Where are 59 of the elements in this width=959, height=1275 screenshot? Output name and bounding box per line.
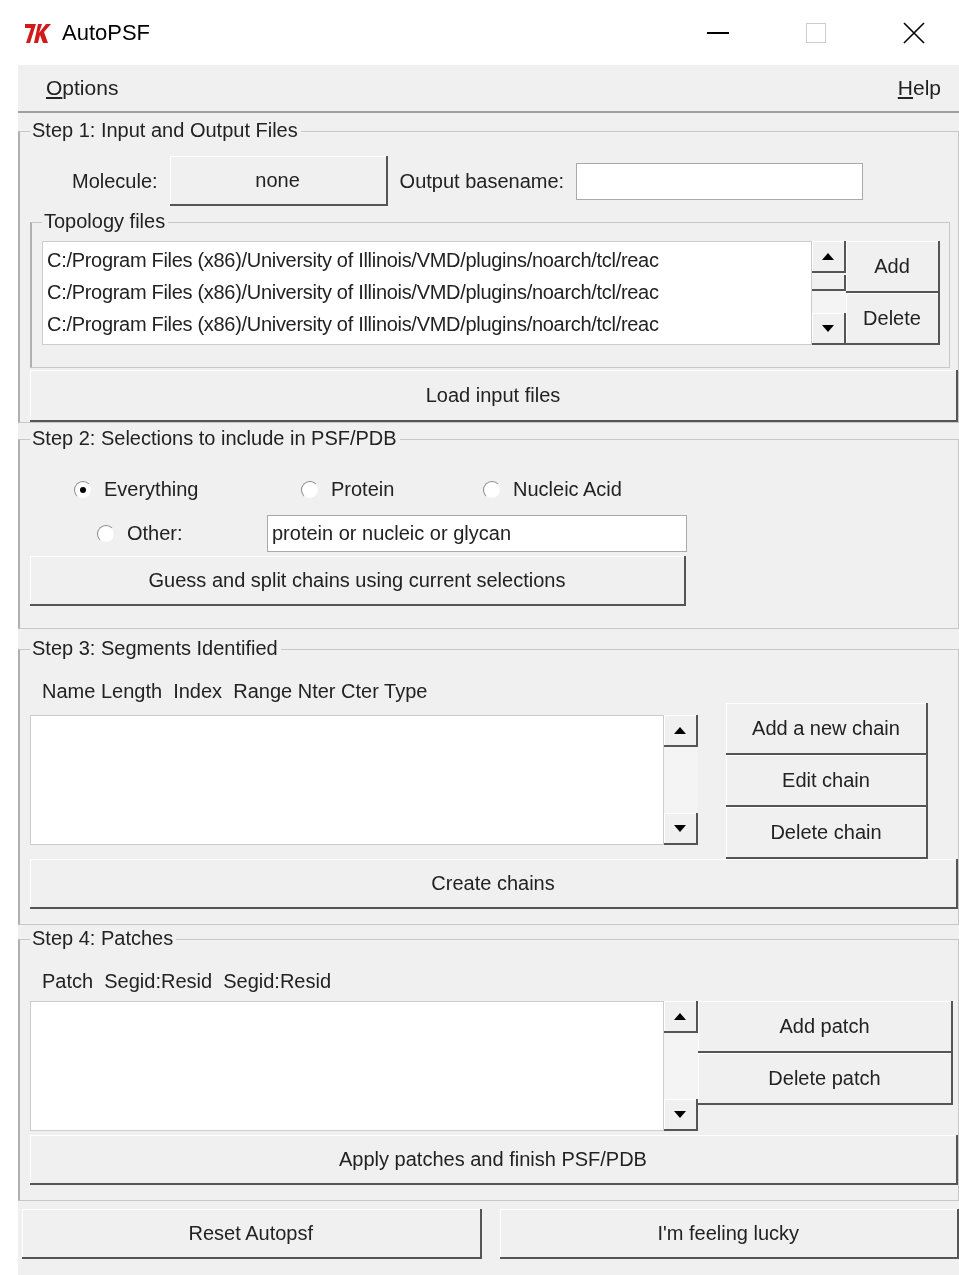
scroll-up-button[interactable]	[812, 241, 846, 273]
maximize-icon	[806, 22, 826, 43]
chain-button[interactable]: Add a new chain	[726, 703, 928, 755]
radio-option[interactable]: Everything	[74, 478, 301, 501]
radio-circle[interactable]	[301, 480, 319, 499]
down-arrow-icon	[674, 824, 686, 832]
section-title: Step 1: Input and Output Files	[30, 119, 301, 142]
file-path[interactable]: C:/Program Files (x86)/University of Illinois/VMD/plugins/noarch/tcl/reac	[47, 308, 807, 340]
add-button[interactable]: Add	[846, 241, 940, 293]
up-arrow-icon	[674, 726, 686, 734]
selection-field[interactable]: protein or nucleic or glycan	[267, 515, 687, 552]
minimize-icon	[707, 31, 729, 34]
menu-item[interactable]: Help	[897, 76, 941, 100]
apply-patches-button[interactable]: Apply patches and finish PSF/PDB	[30, 1135, 958, 1185]
down-arrow-icon	[674, 1110, 686, 1118]
section-title: Step 4: Patches	[30, 927, 177, 950]
delete-button[interactable]: Delete	[846, 293, 940, 345]
topology-file-list[interactable]	[42, 241, 812, 345]
create-chains-button[interactable]: Create chains	[30, 859, 958, 909]
load-input-files-button[interactable]: Load input files	[30, 370, 958, 422]
scroll-down-button[interactable]	[664, 813, 698, 845]
scroll-down-button[interactable]	[664, 1099, 698, 1131]
field-label: Molecule:	[72, 169, 158, 193]
radio-circle[interactable]	[483, 480, 501, 499]
section-title: Step 2: Selections to include in PSF/PDB	[30, 427, 400, 450]
column-headers: Patch Segid:Resid Segid:Resid	[42, 970, 332, 993]
radio-option[interactable]: Other:	[97, 522, 267, 545]
output-basename-field[interactable]	[576, 162, 864, 200]
scrollbar[interactable]	[664, 1001, 698, 1131]
scrollbar[interactable]	[812, 241, 846, 345]
file-path[interactable]: C:/Program Files (x86)/University of Illinois/VMD/plugins/noarch/tcl/reac	[47, 244, 807, 276]
patch-button[interactable]: Delete patch	[698, 1053, 953, 1105]
close-icon	[903, 21, 925, 44]
guess-chains-button[interactable]: Guess and split chains using current selections	[30, 556, 686, 606]
scroll-down-button[interactable]	[812, 313, 846, 345]
radio-circle[interactable]	[97, 524, 115, 543]
action-button[interactable]: Reset Autopsf	[22, 1209, 482, 1259]
scroll-up-button[interactable]	[664, 1001, 698, 1033]
up-arrow-icon	[822, 252, 834, 260]
section-title: Topology files	[42, 210, 169, 233]
column-headers: Name Length Index Range Nter Cter Type	[42, 680, 428, 703]
scroll-up-button[interactable]	[664, 715, 698, 747]
scroll-thumb[interactable]	[812, 275, 846, 291]
file-path[interactable]: C:/Program Files (x86)/University of Illinois/VMD/plugins/noarch/tcl/reac	[47, 276, 807, 308]
field-label: Output basename:	[399, 169, 565, 193]
chain-button[interactable]: Edit chain	[726, 755, 928, 807]
action-button[interactable]: I'm feeling lucky	[499, 1209, 959, 1259]
chain-button[interactable]: Delete chain	[726, 807, 928, 859]
patch-button[interactable]: Add patch	[698, 1001, 953, 1053]
scrollbar[interactable]	[664, 715, 698, 845]
up-arrow-icon	[674, 1012, 686, 1020]
down-arrow-icon	[822, 324, 834, 332]
molecule-button[interactable]: none	[169, 156, 388, 206]
menu-item[interactable]: Options	[46, 76, 119, 100]
radio-option[interactable]: Protein	[301, 478, 483, 501]
radio-option[interactable]: Nucleic Acid	[483, 478, 723, 501]
window-title: AutoPSF	[62, 19, 152, 46]
section-title: Step 3: Segments Identified	[30, 637, 281, 660]
radio-circle[interactable]	[74, 480, 92, 499]
